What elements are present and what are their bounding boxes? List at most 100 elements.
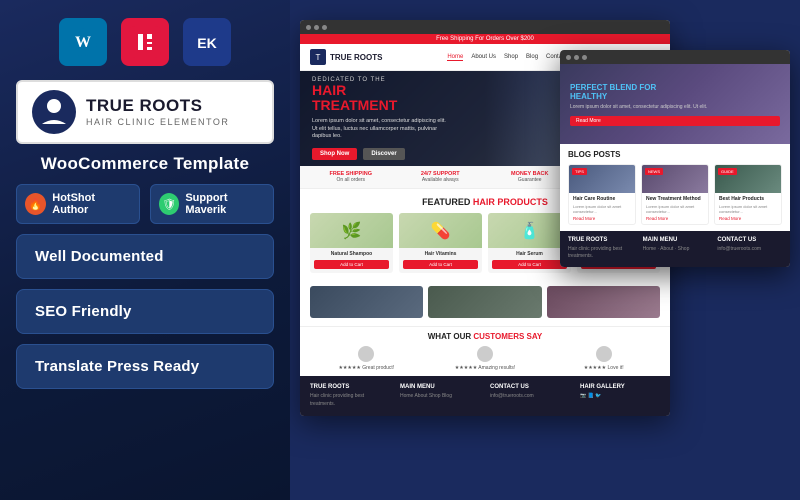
blog-section: BLOG POSTS TIPS Hair Care Routine Lorem …	[560, 144, 790, 231]
testimonial-text-1: ★★★★★ Great product!	[312, 365, 421, 371]
secondary-footer-col-1: TRUE ROOTS Hair clinic providing best tr…	[568, 237, 633, 261]
blog-tag-3: GUIDE	[718, 168, 737, 175]
site-footer: TRUE ROOTS Hair clinic providing best tr…	[300, 376, 670, 416]
product-card-3[interactable]: 🧴 Hair Serum Add to Cart	[488, 213, 571, 273]
nav-shop[interactable]: Shop	[504, 54, 518, 61]
secondary-footer-text-3: info@trueroots.com	[717, 246, 782, 254]
right-panel: Free Shipping For Orders Over $200 T TRU…	[290, 0, 800, 500]
testimonial-avatar-2	[477, 346, 493, 362]
mockup-container: Free Shipping For Orders Over $200 T TRU…	[300, 20, 790, 490]
hotshot-icon: 🔥	[25, 193, 46, 215]
secondary-hero: PERFECT BLEND FOR HEALTHY Lorem ipsum do…	[560, 64, 790, 144]
badges-row: 🔥 HotShot Author 🛡 Support Maverik	[16, 184, 274, 224]
shop-now-button[interactable]: Shop Now	[312, 148, 357, 160]
hero-title-highlight: HAIR	[312, 82, 346, 98]
testimonial-avatar-3	[596, 346, 612, 362]
browser-dot-1	[306, 25, 311, 30]
gallery-item-2	[428, 286, 541, 318]
testimonial-3: ★★★★★ Love it!	[549, 346, 658, 371]
blog-card-text-2: Lorem ipsum dolor sit amet consectetur..…	[646, 204, 704, 214]
brand-text-block: TRUE ROOTS HAIR CLINIC ELEMENTOR	[86, 97, 229, 127]
sec-dot-1	[566, 55, 571, 60]
testimonial-text-2: ★★★★★ Amazing results!	[431, 365, 540, 371]
blog-img-1: TIPS	[569, 165, 635, 193]
blog-read-more-1[interactable]: Read More	[573, 216, 631, 221]
secondary-hero-body: Lorem ipsum dolor sit amet, consectetur …	[570, 104, 780, 111]
elementkit-icon: EK	[183, 18, 231, 66]
blog-card-1[interactable]: TIPS Hair Care Routine Lorem ipsum dolor…	[568, 164, 636, 225]
product-img-2: 💊	[399, 213, 482, 248]
blog-grid: TIPS Hair Care Routine Lorem ipsum dolor…	[568, 164, 782, 225]
footer-col-1: TRUE ROOTS Hair clinic providing best tr…	[310, 384, 390, 408]
svg-text:EK: EK	[197, 35, 216, 51]
secondary-hero-label: PERFECT BLEND FOR	[570, 83, 656, 92]
blog-card-text-1: Lorem ipsum dolor sit amet consectetur..…	[573, 204, 631, 214]
testimonial-2: ★★★★★ Amazing results!	[431, 346, 540, 371]
blog-img-2: NEWS	[642, 165, 708, 193]
feature-shipping-text: On all orders	[308, 177, 394, 183]
secondary-footer-text-2: Home · About · Shop	[643, 246, 708, 254]
browser-dot-2	[314, 25, 319, 30]
hotshot-badge[interactable]: 🔥 HotShot Author	[16, 184, 140, 224]
blog-img-3: GUIDE	[715, 165, 781, 193]
read-more-button[interactable]: Read More	[570, 116, 780, 126]
footer-text-3: info@trueroots.com	[490, 393, 570, 401]
site-top-bar: Free Shipping For Orders Over $200	[300, 34, 670, 44]
blog-tag-2: NEWS	[645, 168, 663, 175]
product-card-2[interactable]: 💊 Hair Vitamins Add to Cart	[399, 213, 482, 273]
blog-card-2[interactable]: NEWS New Treatment Method Lorem ipsum do…	[641, 164, 709, 225]
blog-card-title-3: Best Hair Products	[719, 196, 777, 203]
footer-text-2: Home About Shop Blog	[400, 393, 480, 401]
footer-text-1: Hair clinic providing best treatments.	[310, 393, 390, 408]
testimonials-title: WHAT OUR CUSTOMERS SAY	[310, 332, 660, 341]
site-logo-name: TRUE ROOTS	[330, 53, 382, 62]
gallery-item-3	[547, 286, 660, 318]
nav-home[interactable]: Home	[447, 54, 463, 61]
blog-tag-1: TIPS	[572, 168, 587, 175]
blog-read-more-2[interactable]: Read More	[646, 216, 704, 221]
nav-blog[interactable]: Blog	[526, 54, 538, 61]
blog-card-title-2: New Treatment Method	[646, 196, 704, 203]
blog-title: BLOG POSTS	[568, 150, 782, 159]
hero-title-main: TREATMENT	[312, 97, 397, 113]
secondary-browser-window: PERFECT BLEND FOR HEALTHY Lorem ipsum do…	[560, 50, 790, 267]
feature-support-text: Available always	[398, 177, 484, 183]
hotshot-label: HotShot Author	[52, 192, 131, 216]
products-title-highlight: HAIR PRODUCTS	[473, 197, 548, 207]
secondary-footer-text-1: Hair clinic providing best treatments.	[568, 246, 633, 261]
testimonial-avatar-1	[358, 346, 374, 362]
discover-button[interactable]: Discover	[363, 148, 404, 160]
secondary-footer-title-1: TRUE ROOTS	[568, 237, 633, 243]
template-label: WooCommerce Template	[41, 154, 249, 174]
footer-title-2: MAIN MENU	[400, 384, 480, 390]
product-btn-1[interactable]: Add to Cart	[314, 260, 389, 269]
translatepress-button[interactable]: Translate Press Ready	[16, 344, 274, 389]
gallery-grid	[310, 286, 660, 318]
testimonial-text-3: ★★★★★ Love it!	[549, 365, 658, 371]
product-card-1[interactable]: 🌿 Natural Shampoo Add to Cart	[310, 213, 393, 273]
nav-about[interactable]: About Us	[471, 54, 496, 61]
seo-friendly-button[interactable]: SEO Friendly	[16, 289, 274, 334]
secondary-footer-col-2: MAIN MENU Home · About · Shop	[643, 237, 708, 261]
footer-col-2: MAIN MENU Home About Shop Blog	[400, 384, 480, 408]
brand-subtitle: HAIR CLINIC ELEMENTOR	[86, 117, 229, 127]
site-nav[interactable]: Home About Us Shop Blog Contact Us	[447, 54, 575, 61]
well-documented-button[interactable]: Well Documented	[16, 234, 274, 279]
gallery-item-1	[310, 286, 423, 318]
blog-content-3: Best Hair Products Lorem ipsum dolor sit…	[715, 193, 781, 224]
product-btn-2[interactable]: Add to Cart	[403, 260, 478, 269]
support-badge[interactable]: 🛡 Support Maverik	[150, 184, 274, 224]
testimonials-section: WHAT OUR CUSTOMERS SAY ★★★★★ Great produ…	[300, 326, 670, 376]
plugin-icons-row: W EK	[59, 18, 231, 66]
footer-text-4: 📷 📘 🐦	[580, 393, 660, 401]
product-btn-3[interactable]: Add to Cart	[492, 260, 567, 269]
secondary-footer-title-2: MAIN MENU	[643, 237, 708, 243]
footer-title-4: HAIR GALLERY	[580, 384, 660, 390]
product-img-3: 🧴	[488, 213, 571, 248]
blog-read-more-3[interactable]: Read More	[719, 216, 777, 221]
brand-title: TRUE ROOTS	[86, 97, 229, 116]
browser-dot-3	[322, 25, 327, 30]
svg-text:W: W	[75, 34, 91, 51]
support-icon: 🛡	[159, 193, 179, 215]
blog-card-3[interactable]: GUIDE Best Hair Products Lorem ipsum dol…	[714, 164, 782, 225]
